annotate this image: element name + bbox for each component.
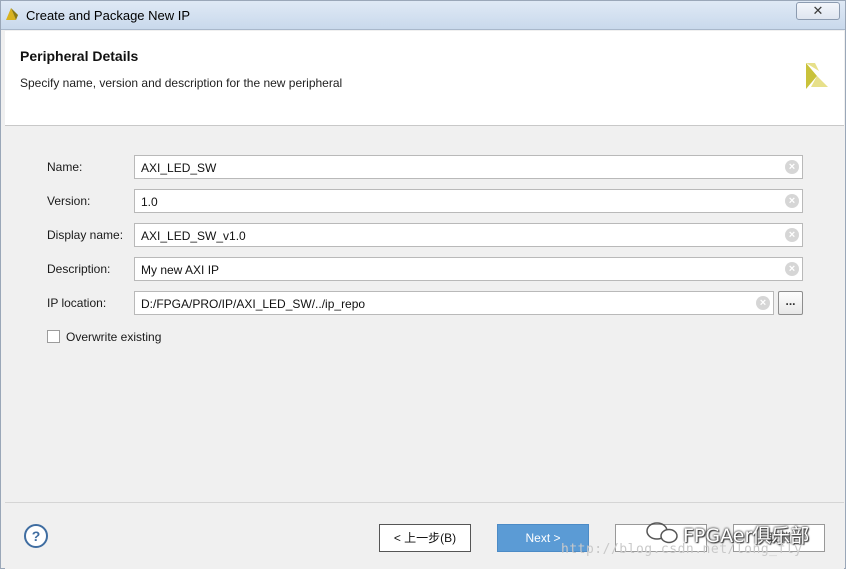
overwrite-checkbox[interactable]: [47, 330, 60, 343]
back-button[interactable]: < 上一步(B): [379, 524, 471, 552]
page-subtitle: Specify name, version and description fo…: [20, 76, 343, 90]
version-label: Version:: [47, 194, 91, 208]
display-name-label: Display name:: [47, 228, 124, 242]
version-row: Version: 1.0 ×: [5, 189, 844, 213]
title-bar[interactable]: Create and Package New IP ✕: [1, 1, 845, 30]
watermark-url: http://blog.csdn.net/long_fly: [561, 542, 803, 557]
close-button[interactable]: ✕: [796, 2, 840, 20]
name-label: Name:: [47, 160, 83, 174]
clear-icon[interactable]: ×: [785, 262, 799, 276]
display-name-value: AXI_LED_SW_v1.0: [141, 229, 246, 243]
description-value: My new AXI IP: [141, 263, 220, 277]
description-field[interactable]: My new AXI IP ×: [134, 257, 803, 281]
help-icon: ?: [31, 528, 41, 544]
clear-icon[interactable]: ×: [785, 160, 799, 174]
page-title: Peripheral Details: [20, 48, 139, 64]
browse-button[interactable]: ...: [778, 291, 803, 315]
window-title: Create and Package New IP: [26, 8, 191, 23]
ip-location-label: IP location:: [47, 296, 107, 310]
clear-icon[interactable]: ×: [756, 296, 770, 310]
name-value: AXI_LED_SW: [141, 161, 217, 175]
form-area: Name: AXI_LED_SW × Version: 1.0 × Displa…: [5, 126, 844, 502]
display-name-row: Display name: AXI_LED_SW_v1.0 ×: [5, 223, 844, 247]
ip-location-row: IP location: D:/FPGA/PRO/IP/AXI_LED_SW/.…: [5, 291, 844, 315]
ip-location-field[interactable]: D:/FPGA/PRO/IP/AXI_LED_SW/../ip_repo ×: [134, 291, 774, 315]
ip-location-value: D:/FPGA/PRO/IP/AXI_LED_SW/../ip_repo: [141, 297, 366, 311]
name-row: Name: AXI_LED_SW ×: [5, 155, 844, 179]
description-label: Description:: [47, 262, 111, 276]
name-field[interactable]: AXI_LED_SW ×: [134, 155, 803, 179]
overwrite-label: Overwrite existing: [66, 330, 162, 344]
display-name-field[interactable]: AXI_LED_SW_v1.0 ×: [134, 223, 803, 247]
description-row: Description: My new AXI IP ×: [5, 257, 844, 281]
close-icon: ✕: [812, 3, 824, 18]
app-icon: [6, 8, 18, 20]
header-panel: Peripheral Details Specify name, version…: [5, 31, 844, 126]
help-button[interactable]: ?: [24, 524, 48, 548]
dialog-window: Create and Package New IP ✕ Peripheral D…: [0, 0, 846, 569]
xilinx-logo-icon: [806, 63, 828, 89]
clear-icon[interactable]: ×: [785, 194, 799, 208]
footer-bar: ? < 上一步(B) Next > 取消 FPGAer俱乐部 http://bl…: [5, 502, 844, 569]
clear-icon[interactable]: ×: [785, 228, 799, 242]
version-field[interactable]: 1.0 ×: [134, 189, 803, 213]
version-value: 1.0: [141, 195, 158, 209]
